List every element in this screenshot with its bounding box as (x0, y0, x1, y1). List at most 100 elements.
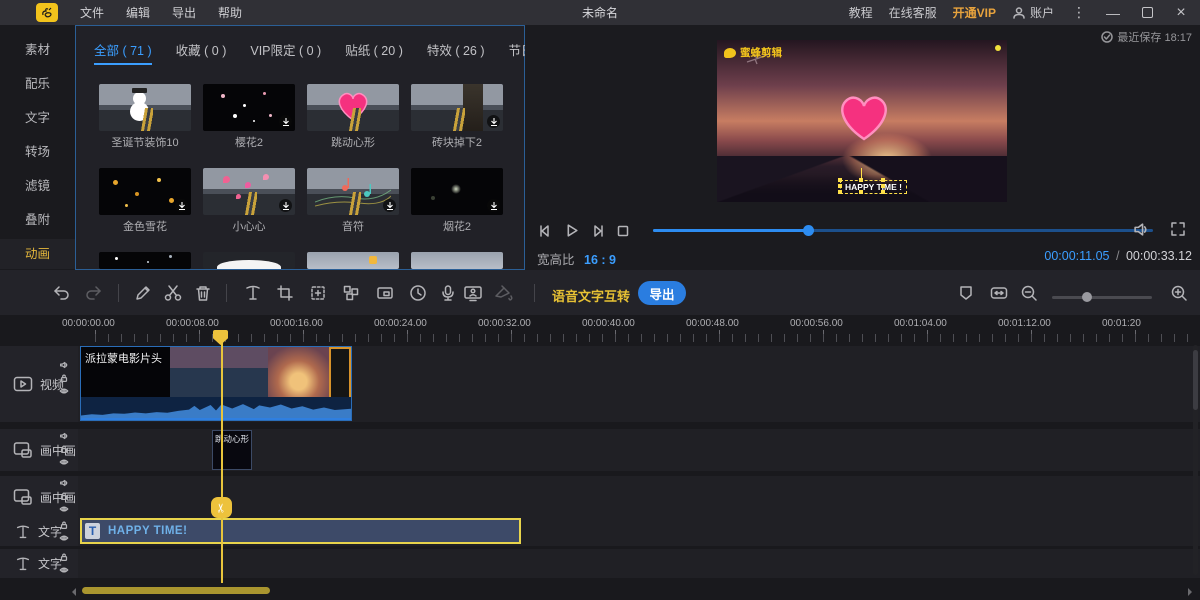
record-voice-button[interactable] (437, 282, 459, 304)
menu-file[interactable]: 文件 (80, 4, 104, 21)
volume-icon[interactable] (1133, 221, 1150, 238)
sidebar-item-transition[interactable]: 转场 (0, 139, 75, 165)
pip-tool-button[interactable] (374, 282, 396, 304)
resize-handle[interactable] (838, 190, 842, 194)
sidebar-item-animation[interactable]: 动画 (0, 239, 75, 269)
media-item[interactable] (99, 168, 191, 215)
video-preview-stage[interactable]: 蜜蜂剪辑 HAPPY TIME ! (717, 40, 1007, 202)
screen-record-button[interactable] (462, 282, 484, 304)
track-pip1-header[interactable]: 画中画 (0, 429, 78, 471)
hscroll-thumb[interactable] (82, 587, 270, 594)
fullscreen-icon[interactable] (1170, 221, 1186, 237)
pip-clip[interactable]: 跳动心形 (212, 430, 252, 470)
visibility-icon[interactable] (59, 565, 69, 575)
resize-handle[interactable] (838, 178, 842, 182)
visibility-icon[interactable] (59, 533, 69, 543)
undo-button[interactable] (50, 282, 72, 304)
media-item[interactable] (203, 84, 295, 131)
zoom-in-icon[interactable] (1168, 282, 1190, 304)
playhead-split-button[interactable]: ✂ (211, 497, 232, 518)
sidebar-item-media[interactable]: 素材 (0, 37, 75, 63)
media-item-partial[interactable] (203, 252, 295, 269)
overlay-text-box[interactable]: HAPPY TIME ! (840, 180, 907, 194)
track-text1-header[interactable]: 文字 (0, 517, 78, 546)
download-icon[interactable] (487, 199, 500, 212)
zoom-select-button[interactable] (307, 282, 329, 304)
minimize-button[interactable]: — (1104, 5, 1122, 21)
timeline-zoom-slider[interactable] (1052, 296, 1152, 299)
menu-export[interactable]: 导出 (172, 4, 196, 21)
redo-button[interactable] (83, 282, 105, 304)
mute-icon[interactable] (59, 431, 69, 441)
media-item[interactable] (99, 84, 191, 131)
speech-text-convert-button[interactable]: 语音文字互转 (552, 286, 630, 305)
media-item[interactable] (411, 168, 503, 215)
lock-icon[interactable] (59, 552, 69, 562)
tab-effects[interactable]: 特效 ( 26 ) (427, 40, 485, 65)
playhead-line[interactable] (221, 331, 223, 583)
maximize-button[interactable] (1138, 5, 1156, 21)
track-text2-header[interactable]: 文字 (0, 549, 78, 578)
text-clip-selected[interactable]: T HAPPY TIME! (80, 518, 521, 544)
crop-button[interactable] (274, 282, 296, 304)
app-logo-icon[interactable] (36, 3, 58, 22)
media-item[interactable] (307, 168, 399, 215)
download-icon[interactable] (279, 199, 292, 212)
mute-icon[interactable] (59, 478, 69, 488)
more-menu-icon[interactable]: ⋮ (1070, 4, 1088, 21)
selection-corner-dot[interactable] (995, 45, 1001, 51)
download-icon[interactable] (487, 115, 500, 128)
visibility-icon[interactable] (59, 386, 69, 396)
download-icon[interactable] (383, 199, 396, 212)
download-icon[interactable] (279, 115, 292, 128)
download-icon[interactable] (175, 199, 188, 212)
sidebar-item-text[interactable]: 文字 (0, 105, 75, 131)
sidebar-item-music[interactable]: 配乐 (0, 71, 75, 97)
track-video-header[interactable]: 视频 (0, 346, 78, 422)
hscroll-left-arrow[interactable] (68, 588, 76, 596)
vip-upgrade-link[interactable]: 开通VIP (953, 4, 996, 21)
fit-timeline-icon[interactable] (988, 282, 1010, 304)
stop-button[interactable] (616, 224, 630, 238)
tab-all[interactable]: 全部 ( 71 ) (94, 40, 152, 65)
lock-icon[interactable] (59, 491, 69, 501)
marker-icon[interactable] (955, 282, 977, 304)
track-pip2-header[interactable]: 画中画 (0, 476, 78, 518)
resize-handle[interactable] (881, 184, 885, 188)
zoom-out-icon[interactable] (1018, 282, 1040, 304)
video-clip[interactable]: 派拉蒙电影片头 (80, 346, 352, 421)
tutorial-link[interactable]: 教程 (849, 4, 873, 21)
visibility-icon[interactable] (59, 457, 69, 467)
ruler-ticks[interactable] (95, 334, 1195, 342)
resize-handle[interactable] (881, 178, 885, 182)
text-tool-button[interactable] (242, 282, 264, 304)
mosaic-button[interactable] (340, 282, 362, 304)
tab-favorites[interactable]: 收藏 ( 0 ) (176, 40, 227, 65)
menu-help[interactable]: 帮助 (218, 4, 242, 21)
split-scissors-button[interactable] (162, 282, 184, 304)
media-item[interactable] (411, 84, 503, 131)
previous-frame-button[interactable] (537, 223, 553, 239)
edit-pencil-button[interactable] (132, 282, 154, 304)
timeline-zoom-thumb[interactable] (1082, 292, 1092, 302)
menu-edit[interactable]: 编辑 (126, 4, 150, 21)
heart-overlay[interactable] (835, 92, 893, 142)
hscroll-right-arrow[interactable] (1188, 588, 1196, 596)
media-item[interactable] (307, 84, 399, 131)
media-item-partial[interactable] (411, 252, 503, 269)
lock-icon[interactable] (59, 444, 69, 454)
online-support-link[interactable]: 在线客服 (889, 4, 937, 21)
export-button[interactable]: 导出 (638, 281, 686, 305)
next-frame-button[interactable] (590, 223, 606, 239)
resize-handle[interactable] (859, 190, 863, 194)
media-item-partial[interactable] (307, 252, 399, 269)
sidebar-item-overlay[interactable]: 叠附 (0, 207, 75, 233)
seek-bar-thumb[interactable] (803, 225, 814, 236)
account-button[interactable]: 账户 (1012, 4, 1054, 21)
seek-bar[interactable] (653, 229, 1153, 232)
delete-button[interactable] (192, 282, 214, 304)
duration-button[interactable] (407, 282, 429, 304)
play-button[interactable] (563, 222, 580, 239)
timeline-vscroll-thumb[interactable] (1193, 350, 1198, 410)
background-fill-button[interactable] (492, 282, 514, 304)
